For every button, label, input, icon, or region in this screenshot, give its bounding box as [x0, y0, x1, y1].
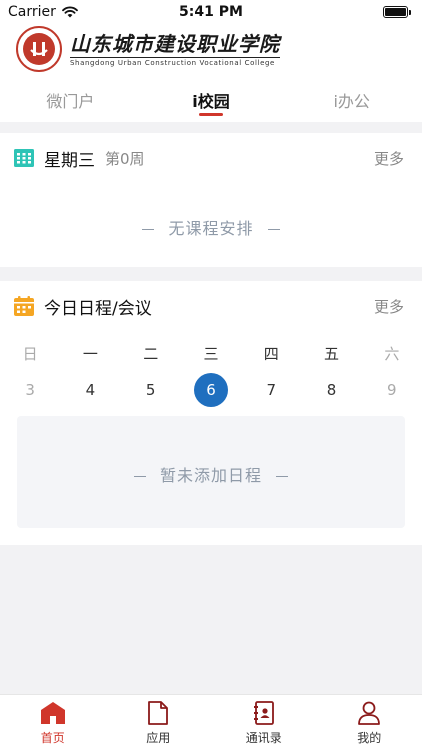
- date-cell[interactable]: 7: [241, 373, 301, 407]
- date-cell-selected[interactable]: 6: [181, 373, 241, 407]
- nav-label: 首页: [40, 731, 65, 745]
- weekday-label: 四: [263, 345, 279, 363]
- date-cell[interactable]: 5: [121, 373, 181, 407]
- timetable-card-header: 星期三 第0周 更多: [14, 145, 404, 171]
- school-seal-icon: [16, 26, 62, 72]
- schedule-title: 今日日程/会议: [44, 298, 152, 319]
- bottom-navigation: 首页 应用 通讯录 我的: [0, 694, 422, 750]
- date-cell[interactable]: 4: [60, 373, 120, 407]
- tab-i-office[interactable]: i办公: [281, 84, 422, 122]
- school-name-cn: 山东城市建设职业学院: [70, 31, 280, 56]
- weekday-header-row: 日 一 二 三 四 五 六: [0, 343, 422, 364]
- carrier-info: Carrier: [8, 4, 78, 20]
- weekday-label: 日: [22, 345, 38, 363]
- date-cell[interactable]: 8: [301, 373, 361, 407]
- weekday-label: 二: [143, 345, 159, 363]
- schedule-card: 今日日程/会议 更多 日 一 二 三 四 五 六 3 4 5 6 7 8 9 暂…: [0, 281, 422, 545]
- contacts-icon: [253, 701, 274, 725]
- calendar-icon: [14, 296, 34, 316]
- nav-contacts[interactable]: 通讯录: [211, 695, 317, 750]
- nav-label: 我的: [357, 731, 382, 745]
- tab-label: i办公: [333, 92, 370, 111]
- no-schedule-text: 暂未添加日程: [159, 466, 262, 485]
- school-name-en: Shangdong Urban Construction Vocational …: [70, 56, 280, 67]
- home-icon: [40, 702, 65, 724]
- date-number: 8: [326, 381, 337, 399]
- nav-home[interactable]: 首页: [0, 695, 106, 750]
- weekday-label: 六: [384, 345, 400, 363]
- nav-label: 通讯录: [245, 731, 282, 745]
- no-courses-text: 无课程安排: [168, 219, 254, 238]
- schedule-card-header: 今日日程/会议 更多: [14, 293, 404, 319]
- timetable-more-link[interactable]: 更多: [374, 148, 404, 169]
- calendar-grid-icon: [14, 149, 34, 167]
- weekday-label: 三: [203, 345, 219, 363]
- date-number: 9: [387, 381, 397, 399]
- tab-label: 微门户: [46, 92, 95, 111]
- date-number: 6: [193, 373, 228, 407]
- tab-micro-portal[interactable]: 微门户: [0, 84, 141, 122]
- tab-i-campus[interactable]: i校园: [141, 84, 282, 122]
- top-tabs: 微门户 i校园 i办公: [0, 84, 422, 122]
- schedule-empty-box: 暂未添加日程: [17, 416, 405, 528]
- no-schedule-message: 暂未添加日程: [17, 462, 405, 486]
- carrier-label: Carrier: [8, 4, 56, 20]
- nav-apps[interactable]: 应用: [106, 695, 212, 750]
- status-bar: Carrier 5:41 PM: [0, 0, 422, 24]
- date-number: 4: [85, 381, 96, 399]
- date-number: 3: [25, 381, 35, 399]
- battery-icon: [383, 6, 411, 18]
- person-icon: [358, 701, 381, 725]
- active-tab-indicator: [199, 113, 223, 116]
- date-row: 3 4 5 6 7 8 9: [0, 373, 422, 407]
- weekday-label: 一: [82, 345, 98, 363]
- date-cell[interactable]: 3: [0, 373, 60, 407]
- date-cell[interactable]: 9: [362, 373, 422, 407]
- nav-label: 应用: [146, 731, 171, 745]
- no-courses-message: 无课程安排: [0, 215, 422, 239]
- week-number: 第0周: [105, 149, 145, 168]
- weekday-label: 五: [324, 345, 340, 363]
- date-number: 5: [145, 381, 156, 399]
- nav-profile[interactable]: 我的: [317, 695, 422, 750]
- schedule-more-link[interactable]: 更多: [374, 296, 404, 317]
- date-number: 7: [266, 381, 277, 399]
- wifi-icon: [61, 6, 78, 18]
- timetable-day-title: 星期三: [44, 150, 95, 171]
- school-logo: 山东城市建设职业学院 Shangdong Urban Construction …: [16, 26, 280, 72]
- app-header: 山东城市建设职业学院 Shangdong Urban Construction …: [0, 24, 422, 122]
- timetable-card: 星期三 第0周 更多 无课程安排: [0, 133, 422, 267]
- document-icon: [148, 701, 169, 725]
- tab-label: i校园: [192, 92, 230, 111]
